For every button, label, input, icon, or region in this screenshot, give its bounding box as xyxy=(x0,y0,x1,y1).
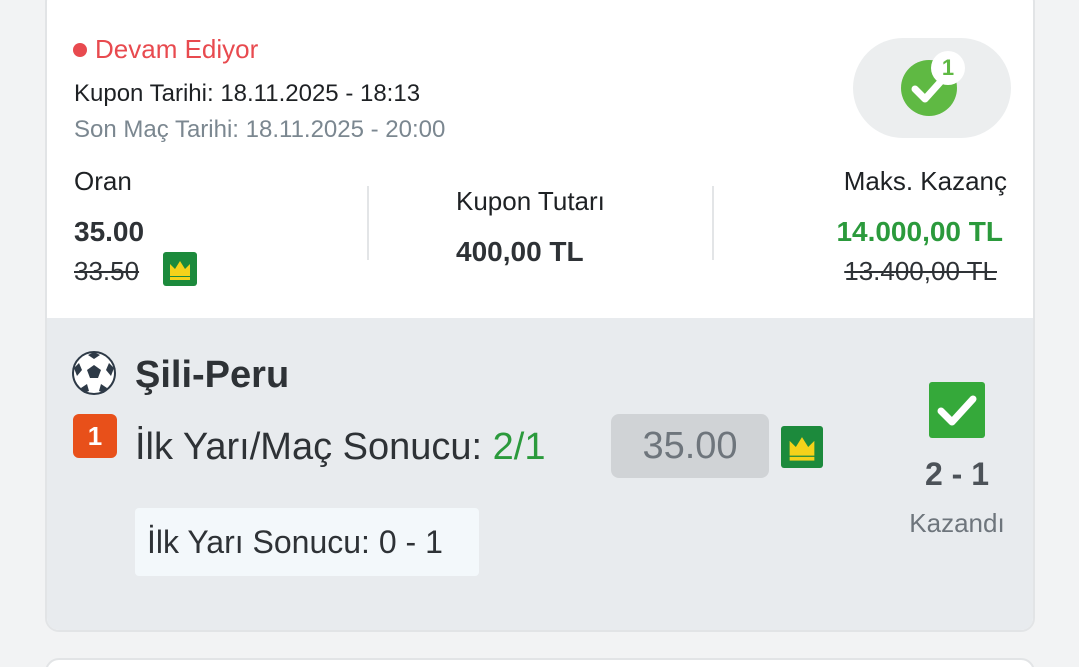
stake-value: 400,00 TL xyxy=(456,236,584,267)
selection-odd[interactable]: 35.00 xyxy=(611,414,769,478)
market-label: İlk Yarı/Maç Sonucu: xyxy=(135,426,493,468)
crown-icon xyxy=(781,426,823,468)
next-coupon-card[interactable] xyxy=(45,658,1035,667)
market-line: İlk Yarı/Maç Sonucu: 2/1 xyxy=(135,426,545,469)
soccer-ball-icon xyxy=(71,350,117,396)
max-win-old-value: 13.400,00 TL xyxy=(844,256,997,286)
match-teams: Şili-Peru xyxy=(135,354,290,396)
won-count-badge[interactable]: 1 xyxy=(853,38,1011,138)
live-dot-icon xyxy=(73,42,87,57)
status-text: Devam Ediyor xyxy=(95,34,259,64)
stake-label: Kupon Tutarı xyxy=(456,186,605,216)
match-row[interactable]: Şili-Peru 1 İlk Yarı/Maç Sonucu: 2/1 35.… xyxy=(47,318,1033,630)
max-win-label: Maks. Kazanç xyxy=(843,166,1007,196)
odds-value: 35.00 xyxy=(74,216,145,247)
status-badge: Devam Ediyor xyxy=(73,34,258,65)
divider xyxy=(367,186,369,260)
selection-index: 1 xyxy=(73,414,117,458)
coupon-date: Kupon Tarihi: 18.11.2025 - 18:13 xyxy=(74,80,421,107)
result-status: Kazandı xyxy=(909,508,1005,538)
crown-icon xyxy=(163,252,197,286)
max-win-value: 14.000,00 TL xyxy=(836,216,1003,247)
odds-old-value: 33.50 xyxy=(74,256,140,286)
final-score: 2 - 1 xyxy=(924,456,990,492)
market-pick: 2/1 xyxy=(492,426,546,468)
coupon-card[interactable]: Devam Ediyor Kupon Tarihi: 18.11.2025 - … xyxy=(45,0,1035,632)
half-time-result: İlk Yarı Sonucu: 0 - 1 xyxy=(135,508,479,576)
won-count: 1 xyxy=(931,51,965,85)
check-square-icon xyxy=(929,382,985,438)
last-match-date: Son Maç Tarihi: 18.11.2025 - 20:00 xyxy=(74,116,446,143)
odds-label: Oran xyxy=(74,166,132,196)
divider xyxy=(712,186,714,260)
